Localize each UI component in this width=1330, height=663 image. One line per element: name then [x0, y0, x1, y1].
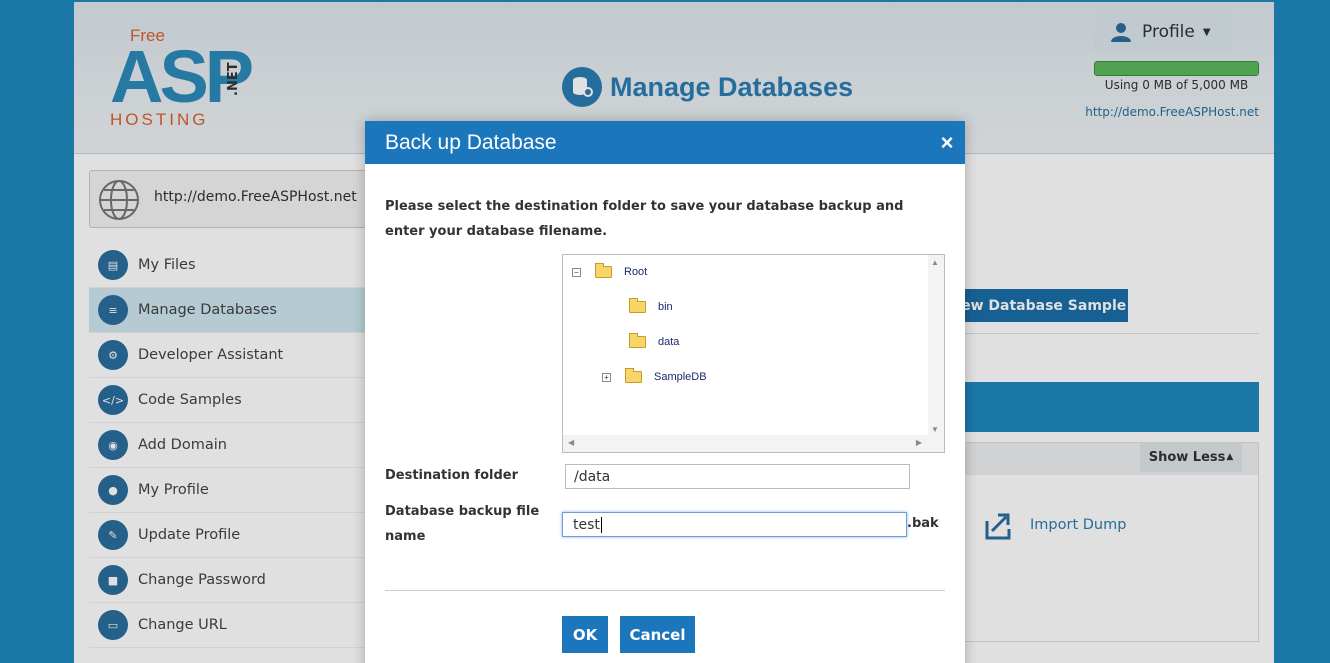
backup-filename-label: Database backup file name — [385, 504, 540, 544]
destination-folder-value: /data — [574, 468, 611, 485]
folder-icon — [595, 263, 612, 278]
folder-icon — [629, 333, 646, 348]
tree-node-sampledb[interactable]: + SampleDB — [602, 368, 707, 385]
tree-node-bin[interactable]: bin — [629, 298, 673, 315]
backup-filename-input[interactable]: test — [562, 512, 907, 537]
folder-icon — [625, 368, 642, 383]
backup-database-dialog: Back up Database × Please select the des… — [365, 121, 965, 663]
tree-vertical-scrollbar[interactable]: ▲ ▼ — [928, 255, 944, 437]
backup-filename-value: test — [573, 516, 600, 533]
tree-node-label: SampleDB — [654, 371, 707, 383]
tree-node-label: bin — [658, 301, 673, 313]
close-icon[interactable]: × — [937, 132, 957, 154]
dialog-divider — [385, 590, 945, 591]
tree-node-label: data — [658, 336, 680, 348]
tree-node-root[interactable]: − Root — [572, 263, 648, 280]
tree-node-label: Root — [624, 266, 648, 278]
tree-node-data[interactable]: data — [629, 333, 680, 350]
dialog-header: Back up Database × — [365, 121, 965, 164]
scroll-down-icon[interactable]: ▼ — [931, 425, 939, 434]
destination-folder-input[interactable]: /data — [565, 464, 910, 489]
collapse-icon[interactable]: − — [572, 267, 581, 277]
folder-icon — [629, 298, 646, 313]
destination-folder-label: Destination folder — [385, 468, 519, 483]
filename-suffix: .bak — [907, 516, 939, 531]
ok-button[interactable]: OK — [562, 616, 608, 653]
dialog-instructions: Please select the destination folder to … — [385, 199, 904, 239]
text-cursor — [600, 516, 602, 533]
expand-icon[interactable]: + — [602, 372, 611, 382]
scroll-right-icon[interactable]: ▶ — [916, 438, 922, 447]
folder-tree[interactable]: − Root bin data + SampleDB ▲ ▼ ◀ ▶ — [562, 254, 945, 453]
scroll-left-icon[interactable]: ◀ — [568, 438, 574, 447]
dialog-title: Back up Database — [385, 130, 557, 154]
cancel-button[interactable]: Cancel — [620, 616, 695, 653]
scroll-up-icon[interactable]: ▲ — [931, 258, 939, 267]
tree-horizontal-scrollbar[interactable]: ◀ ▶ — [563, 435, 944, 452]
